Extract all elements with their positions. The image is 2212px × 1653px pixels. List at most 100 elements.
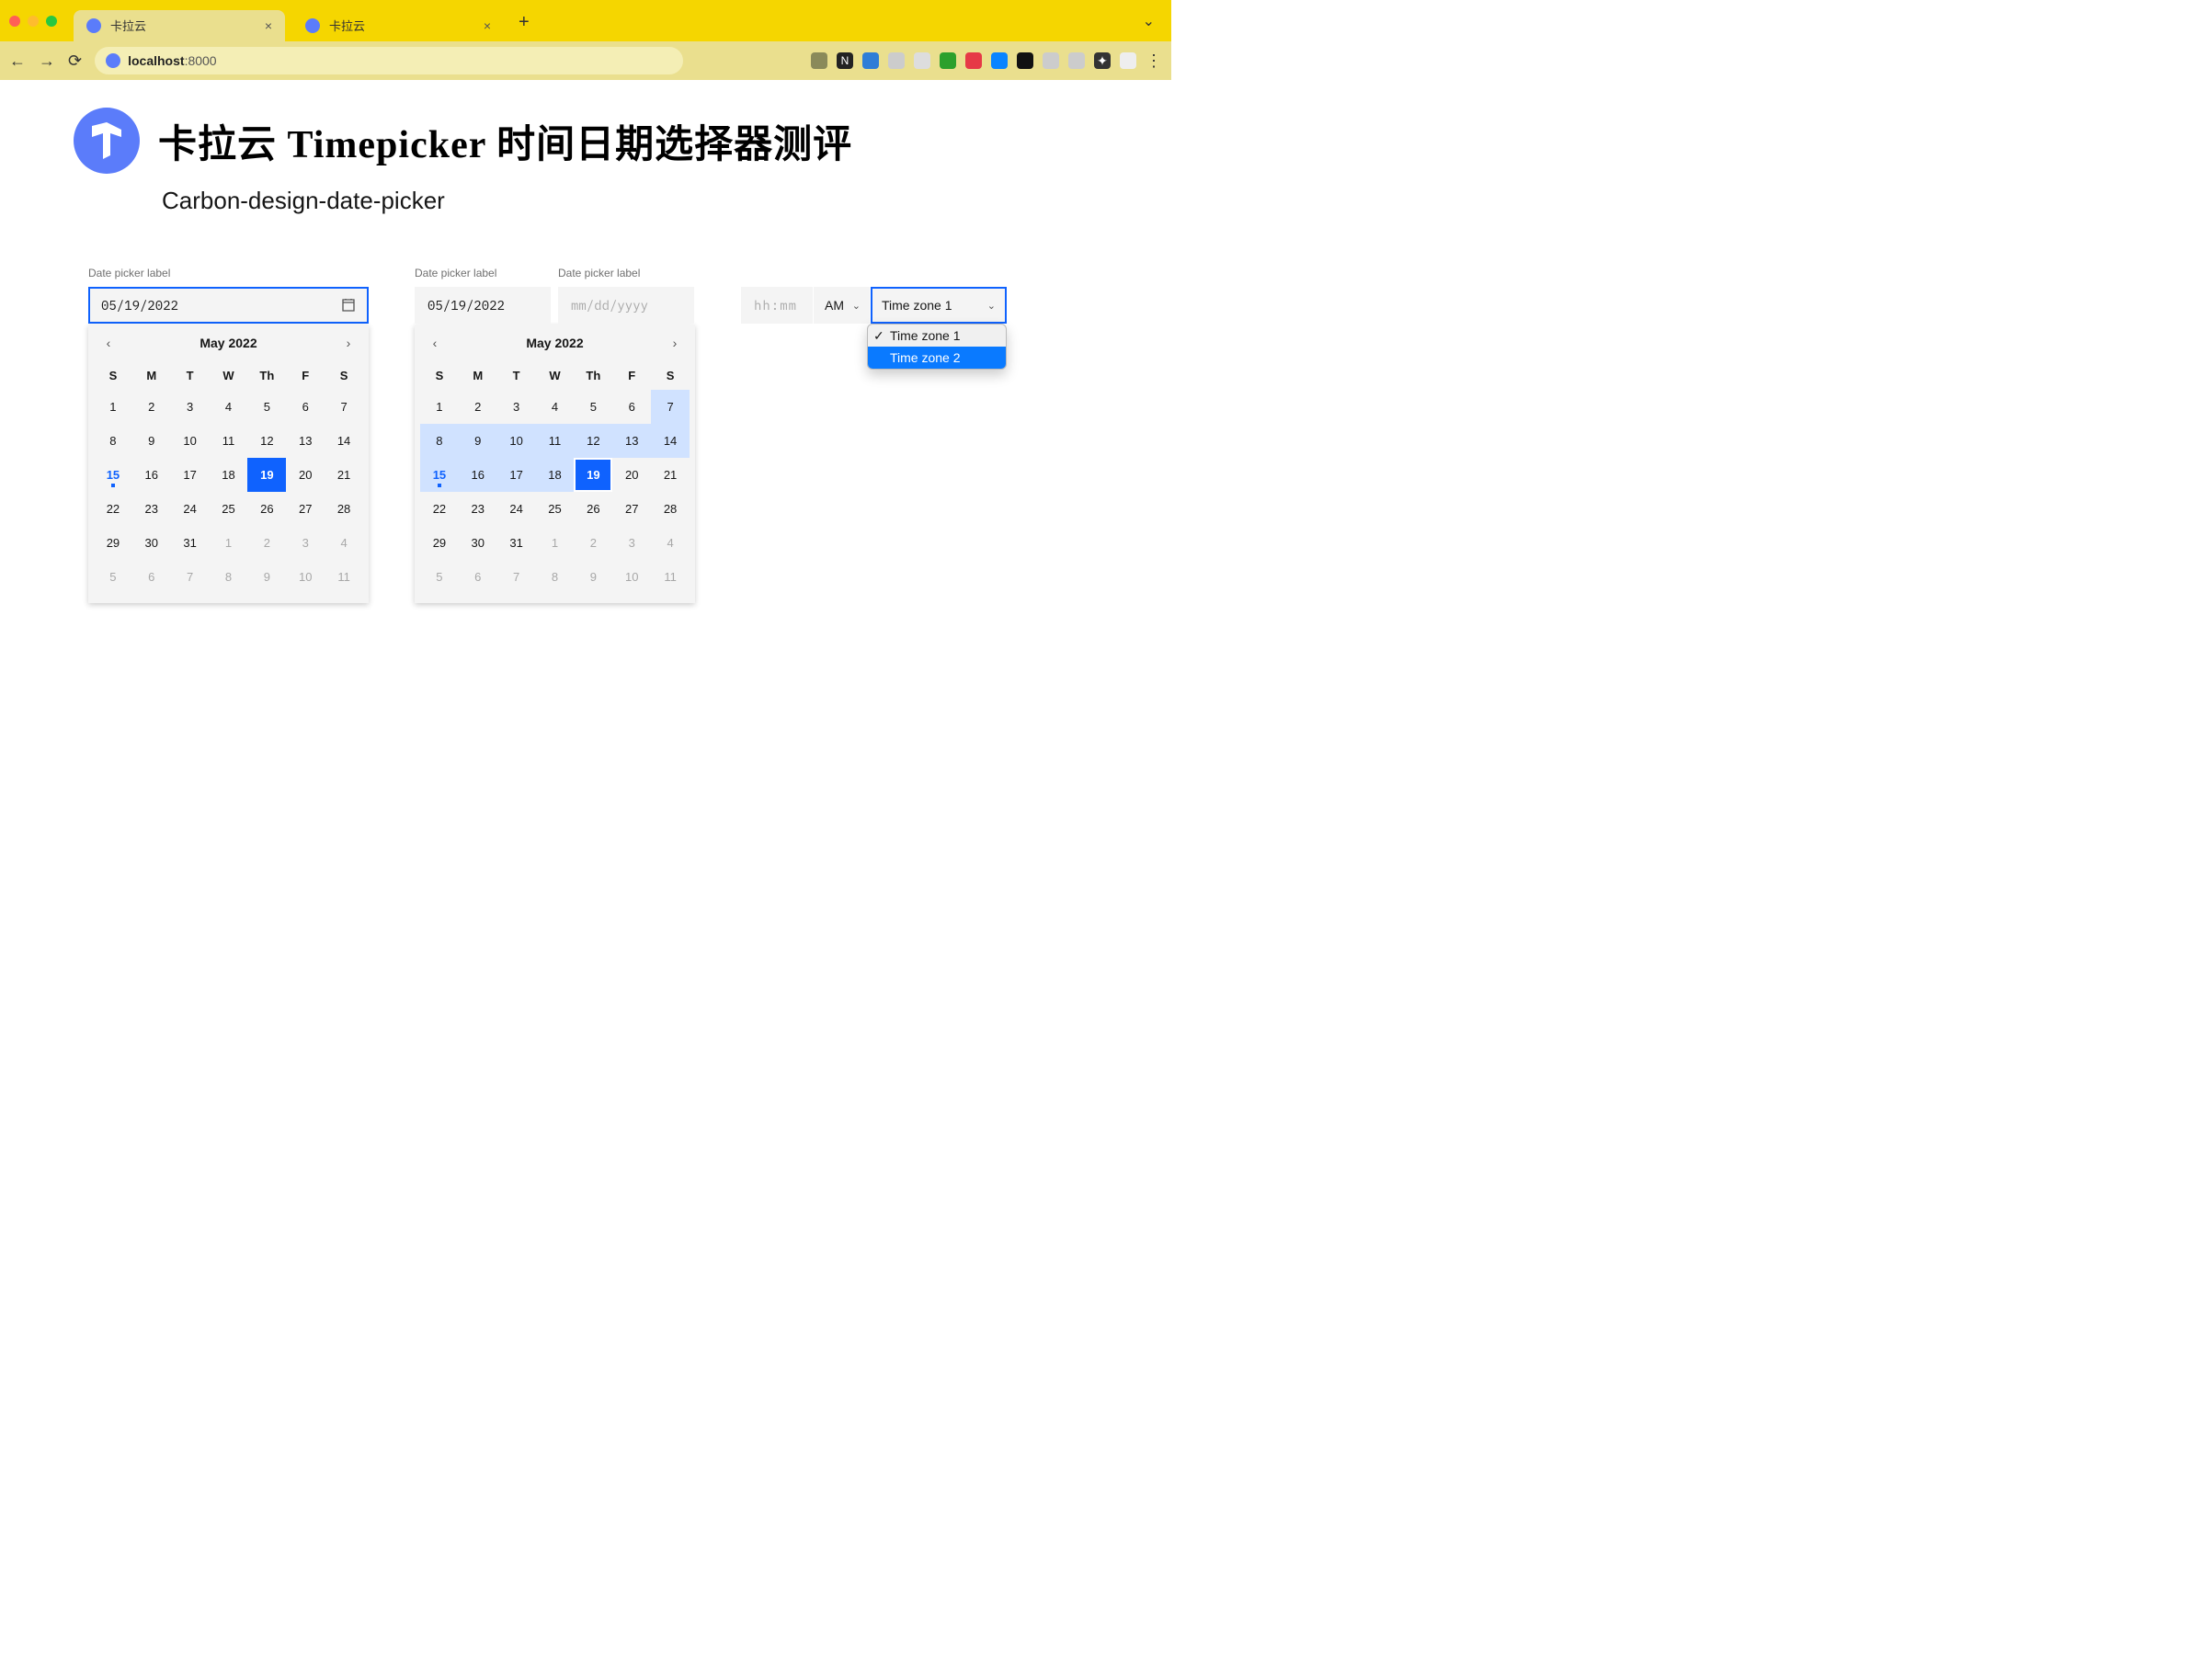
calendar-day[interactable]: 9	[247, 560, 286, 594]
calendar-day[interactable]: 23	[459, 492, 497, 526]
close-icon[interactable]: ×	[484, 18, 491, 33]
calendar-day[interactable]: 2	[459, 390, 497, 424]
calendar-day[interactable]: 30	[459, 526, 497, 560]
calendar-day[interactable]: 25	[536, 492, 575, 526]
calendar-day[interactable]: 4	[651, 526, 690, 560]
calendar-day[interactable]: 8	[536, 560, 575, 594]
calendar-day[interactable]: 18	[210, 458, 248, 492]
calendar-day[interactable]: 29	[94, 526, 132, 560]
calendar-day[interactable]: 14	[325, 424, 363, 458]
calendar-day[interactable]: 12	[247, 424, 286, 458]
timezone-select[interactable]: Time zone 1 ⌄ Time zone 1Time zone 2	[871, 287, 1007, 324]
calendar-day[interactable]: 19	[247, 458, 286, 492]
calendar-day[interactable]: 27	[612, 492, 651, 526]
calendar-day[interactable]: 2	[574, 526, 612, 560]
close-icon[interactable]: ×	[265, 18, 272, 33]
calendar-day[interactable]: 22	[420, 492, 459, 526]
calendar-day[interactable]: 15	[94, 458, 132, 492]
kebab-menu-icon[interactable]: ⋮	[1146, 51, 1162, 71]
time-input[interactable]	[741, 287, 813, 324]
calendar-day[interactable]: 16	[459, 458, 497, 492]
calendar-day[interactable]: 30	[132, 526, 171, 560]
calendar-day[interactable]: 10	[171, 424, 210, 458]
calendar-day[interactable]: 28	[651, 492, 690, 526]
calendar-day[interactable]: 2	[247, 526, 286, 560]
calendar-day[interactable]: 18	[536, 458, 575, 492]
calendar-day[interactable]: 1	[94, 390, 132, 424]
window-minimize-button[interactable]	[28, 16, 39, 27]
calendar-day[interactable]: 10	[497, 424, 536, 458]
calendar-day[interactable]: 4	[325, 526, 363, 560]
extension-icon[interactable]	[1068, 52, 1085, 69]
calendar-day[interactable]: 27	[286, 492, 325, 526]
window-close-button[interactable]	[9, 16, 20, 27]
extension-icon[interactable]	[914, 52, 930, 69]
calendar-day[interactable]: 26	[247, 492, 286, 526]
calendar-day[interactable]: 21	[651, 458, 690, 492]
calendar-day[interactable]: 31	[171, 526, 210, 560]
calendar-day[interactable]: 8	[210, 560, 248, 594]
extension-icon[interactable]	[991, 52, 1008, 69]
calendar-day[interactable]: 3	[286, 526, 325, 560]
calendar-day[interactable]: 7	[651, 390, 690, 424]
browser-tab-active[interactable]: 卡拉云 ×	[74, 10, 285, 41]
date-input[interactable]	[88, 287, 369, 324]
calendar-day[interactable]: 8	[420, 424, 459, 458]
calendar-day[interactable]: 3	[497, 390, 536, 424]
calendar-day[interactable]: 5	[94, 560, 132, 594]
date-input-from[interactable]	[415, 287, 551, 324]
calendar-day[interactable]: 29	[420, 526, 459, 560]
browser-tab[interactable]: 卡拉云 ×	[292, 10, 504, 41]
calendar-day[interactable]: 2	[132, 390, 171, 424]
extension-icon[interactable]	[862, 52, 879, 69]
calendar-day[interactable]: 13	[286, 424, 325, 458]
next-month-button[interactable]: ›	[664, 332, 686, 354]
address-bar[interactable]: localhost:8000	[95, 47, 683, 74]
calendar-day[interactable]: 9	[132, 424, 171, 458]
calendar-day[interactable]: 24	[497, 492, 536, 526]
calendar-day[interactable]: 24	[171, 492, 210, 526]
calendar-day[interactable]: 4	[536, 390, 575, 424]
calendar-day[interactable]: 9	[459, 424, 497, 458]
calendar-day[interactable]: 21	[325, 458, 363, 492]
extensions-menu-icon[interactable]: ✦	[1094, 52, 1111, 69]
forward-icon[interactable]: →	[39, 51, 55, 71]
ampm-select[interactable]: AM ⌄	[814, 287, 870, 324]
calendar-day[interactable]: 10	[612, 560, 651, 594]
calendar-day[interactable]: 31	[497, 526, 536, 560]
calendar-day[interactable]: 15	[420, 458, 459, 492]
extension-icon[interactable]	[1043, 52, 1059, 69]
calendar-day[interactable]: 1	[210, 526, 248, 560]
prev-month-button[interactable]: ‹	[97, 332, 120, 354]
calendar-day[interactable]: 1	[420, 390, 459, 424]
calendar-day[interactable]: 3	[612, 526, 651, 560]
calendar-day[interactable]: 6	[132, 560, 171, 594]
extension-icon[interactable]: N	[837, 52, 853, 69]
calendar-day[interactable]: 17	[497, 458, 536, 492]
calendar-day[interactable]: 20	[612, 458, 651, 492]
extension-icon[interactable]	[965, 52, 982, 69]
calendar-day[interactable]: 7	[497, 560, 536, 594]
reload-icon[interactable]: ⟳	[68, 51, 82, 71]
timezone-option[interactable]: Time zone 2	[868, 347, 1006, 369]
chevron-down-icon[interactable]: ⌄	[1143, 12, 1155, 30]
calendar-day[interactable]: 5	[574, 390, 612, 424]
calendar-day[interactable]: 20	[286, 458, 325, 492]
window-zoom-button[interactable]	[46, 16, 57, 27]
calendar-day[interactable]: 4	[210, 390, 248, 424]
calendar-day[interactable]: 7	[325, 390, 363, 424]
extension-icon[interactable]	[888, 52, 905, 69]
calendar-day[interactable]: 23	[132, 492, 171, 526]
calendar-day[interactable]: 5	[247, 390, 286, 424]
date-input-to[interactable]	[558, 287, 694, 324]
calendar-day[interactable]: 6	[612, 390, 651, 424]
calendar-day[interactable]: 14	[651, 424, 690, 458]
profile-avatar[interactable]	[1120, 52, 1136, 69]
date-input-field[interactable]	[101, 297, 332, 314]
prev-month-button[interactable]: ‹	[424, 332, 446, 354]
calendar-day[interactable]: 22	[94, 492, 132, 526]
extension-icon[interactable]	[940, 52, 956, 69]
calendar-day[interactable]: 1	[536, 526, 575, 560]
calendar-day[interactable]: 26	[574, 492, 612, 526]
extension-icon[interactable]	[1017, 52, 1033, 69]
